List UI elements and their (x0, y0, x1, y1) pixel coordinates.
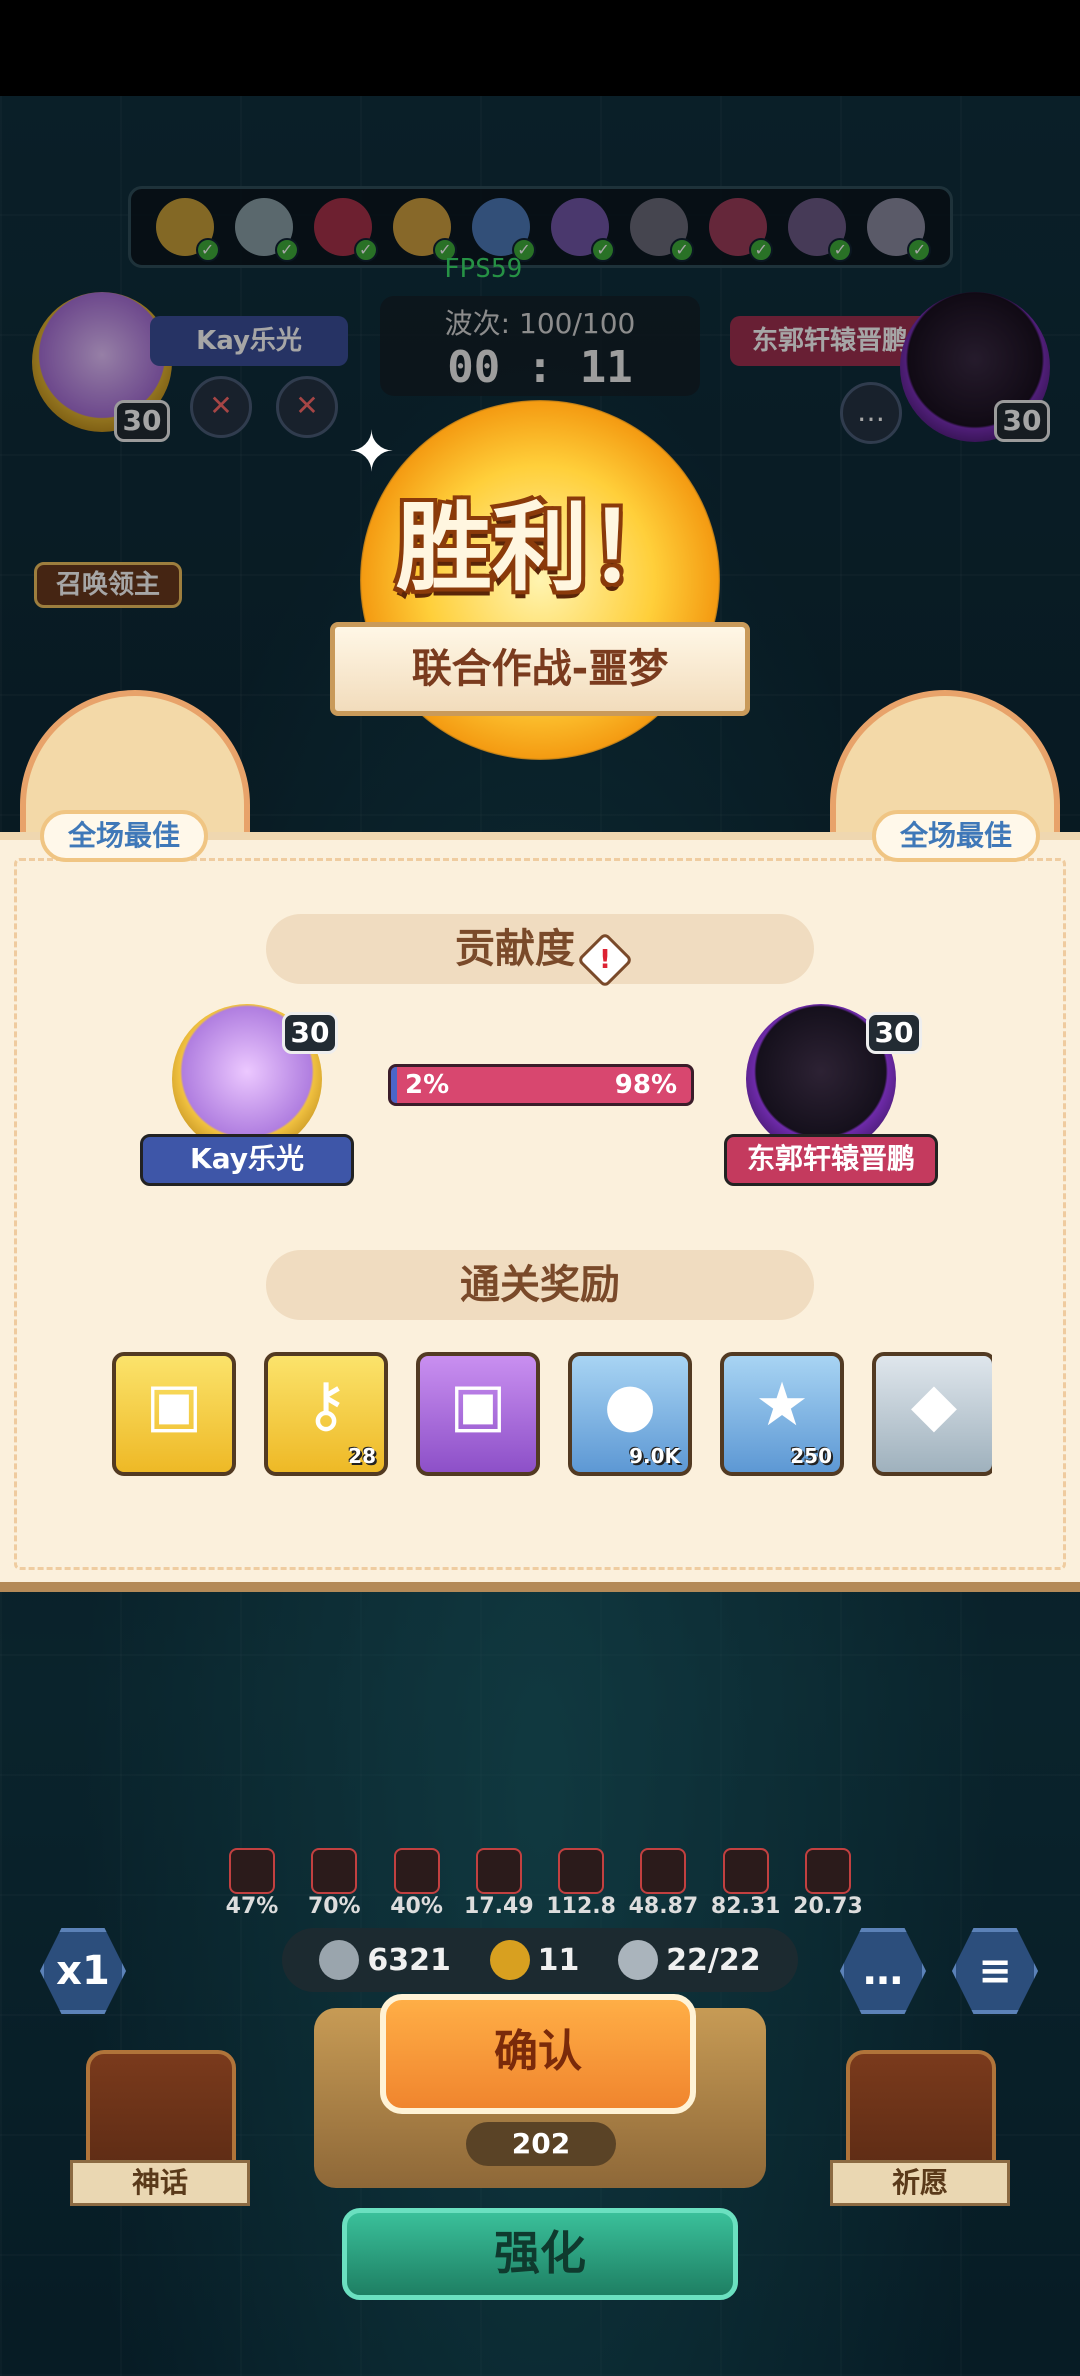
mvp-right-tag: 全场最佳 (872, 810, 1040, 862)
unit-count: 22/22 (666, 1942, 761, 1978)
stat-value: 82.31 (710, 1894, 781, 1919)
stat-value: 40% (390, 1894, 443, 1919)
contribution-bar: 2% 98% (388, 1064, 694, 1106)
rewards-header: 通关奖励 (266, 1250, 814, 1320)
stat-item: 17.49 (459, 1848, 539, 1922)
resource-bar: 6321 11 22/22 (282, 1928, 798, 1992)
trophy-icon: ★ (755, 1370, 809, 1440)
refresh-icon (804, 1848, 851, 1894)
reward-gold-coin[interactable]: ● 9.0K (568, 1352, 692, 1476)
reward-trophy[interactable]: ★ 250 (720, 1352, 844, 1476)
silver-resource: 6321 (319, 1940, 451, 1980)
reward-count: 9.0K (629, 1444, 680, 1468)
reward-key[interactable]: ⚷ 28 (264, 1352, 388, 1476)
stat-item: 47% (212, 1848, 292, 1922)
unit-icon (618, 1940, 659, 1980)
reward-gold-chest[interactable]: ▣ (112, 1352, 236, 1476)
contribution-header: 贡献度! (266, 914, 814, 989)
mvp-left-tag: 全场最佳 (40, 810, 208, 862)
burst-icon (558, 1848, 605, 1894)
contribution-title: 贡献度 (455, 926, 575, 972)
contribution-left-percent: 2% (405, 1070, 450, 1100)
clover-coin-icon (489, 1940, 530, 1980)
contribution-left-level: 30 (282, 1012, 338, 1054)
purple-chest-icon: ▣ (449, 1370, 507, 1440)
reward-row[interactable]: ▣ ⚷ 28 ▣ ● 9.0K ★ 250 ◆ (112, 1352, 992, 1476)
upgrade-button[interactable]: 强化 (342, 2208, 738, 2300)
contribution-right-name: 东郭轩辕晋鹏 (724, 1134, 938, 1186)
stat-item: 40% (377, 1848, 457, 1922)
shield-icon (475, 1848, 522, 1894)
confirm-button[interactable]: 确认 (380, 1994, 696, 2114)
stat-value: 20.73 (793, 1894, 863, 1919)
stat-value: 17.49 (464, 1894, 534, 1919)
spiral-icon (229, 1848, 275, 1894)
pray-label: 祈愿 (830, 2160, 1010, 2206)
stat-value: 112.8 (546, 1894, 616, 1919)
stat-item: 70% (294, 1848, 374, 1922)
diamond-icon: ◆ (910, 1370, 958, 1440)
stat-value: 47% (225, 1894, 279, 1919)
stat-item: 48.87 (623, 1848, 703, 1922)
stat-value: 70% (307, 1894, 361, 1919)
reward-diamond[interactable]: ◆ (872, 1352, 992, 1476)
unit-resource: 22/22 (618, 1940, 761, 1980)
heart-icon (311, 1848, 358, 1894)
stat-item: 20.73 (788, 1848, 868, 1922)
info-icon[interactable]: ! (576, 931, 634, 989)
contribution-left-name: Kay乐光 (140, 1134, 354, 1186)
skull-icon (393, 1848, 440, 1894)
fist-icon (722, 1848, 769, 1894)
reward-purple-chest[interactable]: ▣ (416, 1352, 540, 1476)
stat-item: 112.8 (541, 1848, 621, 1922)
confirm-cost: 202 (466, 2122, 616, 2166)
contribution-bar-fill (391, 1067, 397, 1103)
clover-resource: 11 (489, 1940, 580, 1980)
arrow-up-icon (640, 1848, 687, 1894)
contribution-right-percent: 98% (614, 1070, 677, 1100)
key-icon: ⚷ (304, 1370, 348, 1440)
victory-title: 胜利！ (396, 492, 684, 604)
stat-value: 48.87 (628, 1894, 699, 1919)
gold-chest-icon: ▣ (145, 1370, 203, 1440)
contribution-right-level: 30 (866, 1012, 922, 1054)
reward-count: 28 (348, 1444, 376, 1468)
reward-count: 250 (790, 1444, 832, 1468)
status-bar (0, 0, 1080, 96)
gold-coin-icon: ● (603, 1370, 657, 1440)
mode-ribbon: 联合作战-噩梦 (330, 622, 750, 716)
stat-item: 82.31 (706, 1848, 786, 1922)
clover-count: 11 (537, 1942, 580, 1978)
myth-label: 神话 (70, 2160, 250, 2206)
stats-row: 47% 70% 40% 17.49 112.8 48.87 82.31 20.7… (212, 1848, 868, 1922)
silver-coin-icon (319, 1940, 360, 1980)
silver-count: 6321 (367, 1942, 451, 1978)
